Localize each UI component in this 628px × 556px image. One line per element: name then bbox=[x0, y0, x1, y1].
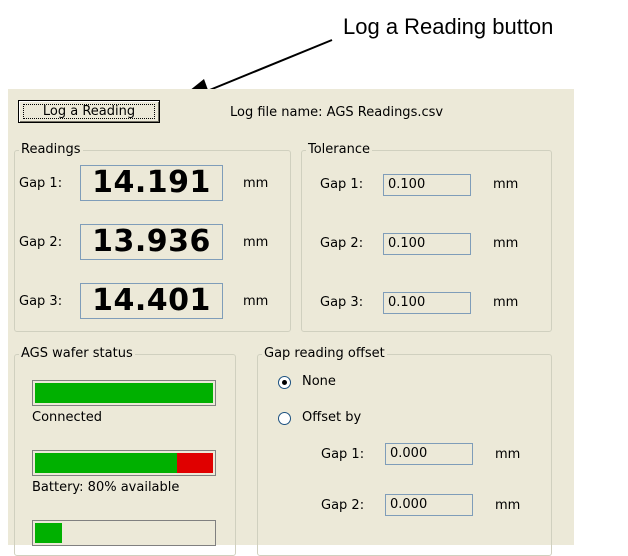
reading-gap1-unit: mm bbox=[243, 176, 269, 191]
offset-by-label[interactable]: Offset by bbox=[302, 410, 361, 425]
offset-group-title: Gap reading offset bbox=[262, 346, 387, 361]
reading-gap1-label: Gap 1: bbox=[19, 176, 63, 191]
tolerance-gap2-unit: mm bbox=[493, 236, 519, 251]
log-file-label: Log file name: bbox=[230, 105, 323, 120]
offset-gap2-label: Gap 2: bbox=[321, 498, 365, 513]
offset-by-radio[interactable] bbox=[278, 412, 291, 425]
wafer-status-group: AGS wafer status Connected Battery: 80% … bbox=[14, 346, 236, 556]
battery-empty-fill bbox=[177, 453, 213, 473]
offset-gap2-field[interactable]: 0.000 bbox=[385, 494, 473, 516]
connection-status-fill bbox=[35, 383, 213, 403]
offset-gap1-field[interactable]: 0.000 bbox=[385, 443, 473, 465]
wafer-status-group-title: AGS wafer status bbox=[19, 346, 135, 361]
log-file-info: Log file name: AGS Readings.csv bbox=[230, 105, 443, 120]
third-status-bar bbox=[32, 520, 216, 546]
offset-gap2-unit: mm bbox=[495, 498, 521, 513]
offset-gap1-unit: mm bbox=[495, 447, 521, 462]
reading-gap2-unit: mm bbox=[243, 235, 269, 250]
battery-charge-fill bbox=[35, 453, 178, 473]
offset-gap1-label: Gap 1: bbox=[321, 447, 365, 462]
tolerance-gap3-field[interactable]: 0.100 bbox=[383, 292, 471, 314]
tolerance-gap2-field[interactable]: 0.100 bbox=[383, 233, 471, 255]
reading-gap3-value: 14.401 bbox=[80, 283, 223, 319]
tolerance-gap3-label: Gap 3: bbox=[320, 295, 364, 310]
reading-gap1-value: 14.191 bbox=[80, 165, 223, 201]
readings-group-title: Readings bbox=[19, 142, 83, 157]
tolerance-gap1-label: Gap 1: bbox=[320, 177, 364, 192]
log-reading-button[interactable]: Log a Reading bbox=[18, 100, 160, 123]
tolerance-gap1-unit: mm bbox=[493, 177, 519, 192]
reading-gap2-value: 13.936 bbox=[80, 224, 223, 260]
reading-gap3-unit: mm bbox=[243, 294, 269, 309]
connection-status-bar bbox=[32, 380, 216, 406]
app-panel: Log a Reading Log file name: AGS Reading… bbox=[8, 89, 574, 556]
tolerance-gap3-unit: mm bbox=[493, 295, 519, 310]
tolerance-gap2-label: Gap 2: bbox=[320, 236, 364, 251]
log-reading-button-label: Log a Reading bbox=[42, 104, 136, 119]
tolerance-group: Tolerance Gap 1: 0.100 mm Gap 2: 0.100 m… bbox=[301, 142, 552, 332]
tolerance-gap1-field[interactable]: 0.100 bbox=[383, 174, 471, 196]
offset-group: Gap reading offset None Offset by Gap 1:… bbox=[257, 346, 552, 556]
radio-selected-dot bbox=[282, 380, 287, 385]
battery-status-bar bbox=[32, 450, 216, 476]
battery-status-text: Battery: 80% available bbox=[32, 480, 180, 495]
third-status-fill bbox=[35, 523, 62, 543]
callout-label: Log a Reading button bbox=[343, 14, 554, 39]
offset-none-label[interactable]: None bbox=[302, 374, 336, 389]
readings-group: Readings Gap 1: 14.191 mm Gap 2: 13.936 … bbox=[14, 142, 291, 332]
offset-none-radio[interactable] bbox=[278, 376, 291, 389]
connection-status-text: Connected bbox=[32, 410, 103, 425]
reading-gap3-label: Gap 3: bbox=[19, 294, 63, 309]
tolerance-group-title: Tolerance bbox=[306, 142, 372, 157]
log-file-name: AGS Readings.csv bbox=[326, 105, 444, 120]
reading-gap2-label: Gap 2: bbox=[19, 235, 63, 250]
